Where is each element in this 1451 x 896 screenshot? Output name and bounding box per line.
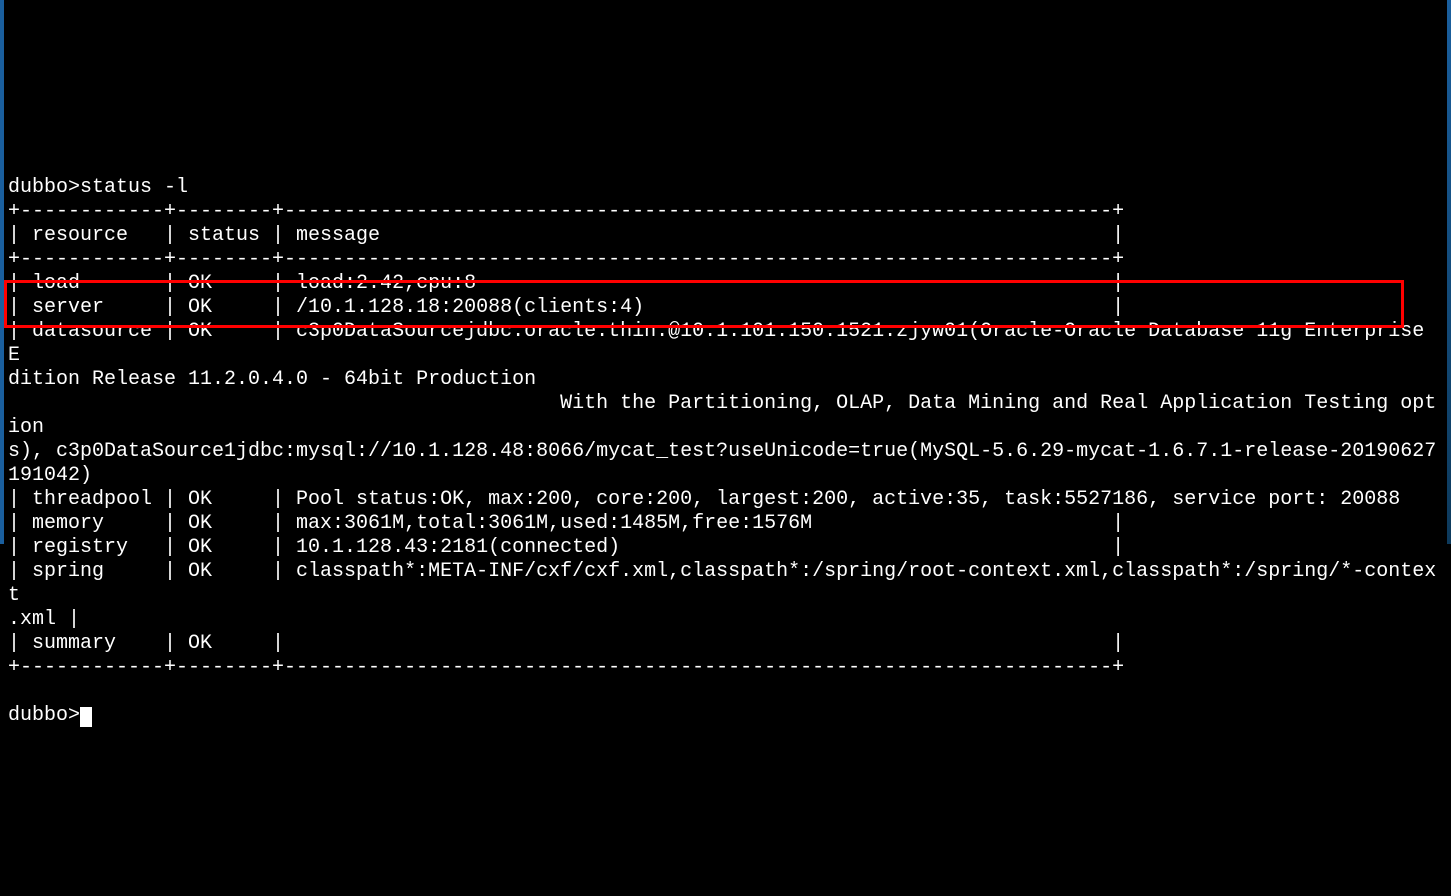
terminal-output[interactable]: dubbo>status -l +------------+--------+-…	[8, 176, 1443, 728]
table-border-top: +------------+--------+-----------------…	[8, 200, 1124, 223]
row-memory: | memory | OK | max:3061M,total:3061M,us…	[8, 512, 1124, 535]
command-text: status -l	[80, 176, 188, 199]
table-header: | resource | status | message |	[8, 224, 1124, 247]
row-load: | load | OK | load:2.42,cpu:8 |	[8, 272, 1124, 295]
row-threadpool: | threadpool | OK | Pool status:OK, max:…	[8, 488, 1400, 511]
table-divider: +------------+--------+-----------------…	[8, 248, 1124, 271]
row-registry: | registry | OK | 10.1.128.43:2181(conne…	[8, 536, 1124, 559]
row-datasource-3: With the Partitioning, OLAP, Data Mining…	[8, 392, 1436, 439]
prompt: dubbo>	[8, 176, 80, 199]
window-right-border	[1447, 0, 1451, 544]
row-spring-1: | spring | OK | classpath*:META-INF/cxf/…	[8, 560, 1436, 607]
row-datasource-4: s), c3p0DataSource1jdbc:mysql://10.1.128…	[8, 440, 1436, 487]
table-border-bottom: +------------+--------+-----------------…	[8, 656, 1124, 679]
row-summary: | summary | OK | |	[8, 632, 1124, 655]
prompt: dubbo>	[8, 704, 80, 727]
window-left-border	[0, 0, 4, 544]
row-spring-2: .xml |	[8, 608, 80, 631]
row-datasource-1: | datasource | OK | c3p0DataSourcejdbc:o…	[8, 320, 1436, 367]
row-server: | server | OK | /10.1.128.18:20088(clien…	[8, 296, 1124, 319]
row-datasource-2: dition Release 11.2.0.4.0 - 64bit Produc…	[8, 368, 536, 391]
cursor	[80, 707, 92, 727]
